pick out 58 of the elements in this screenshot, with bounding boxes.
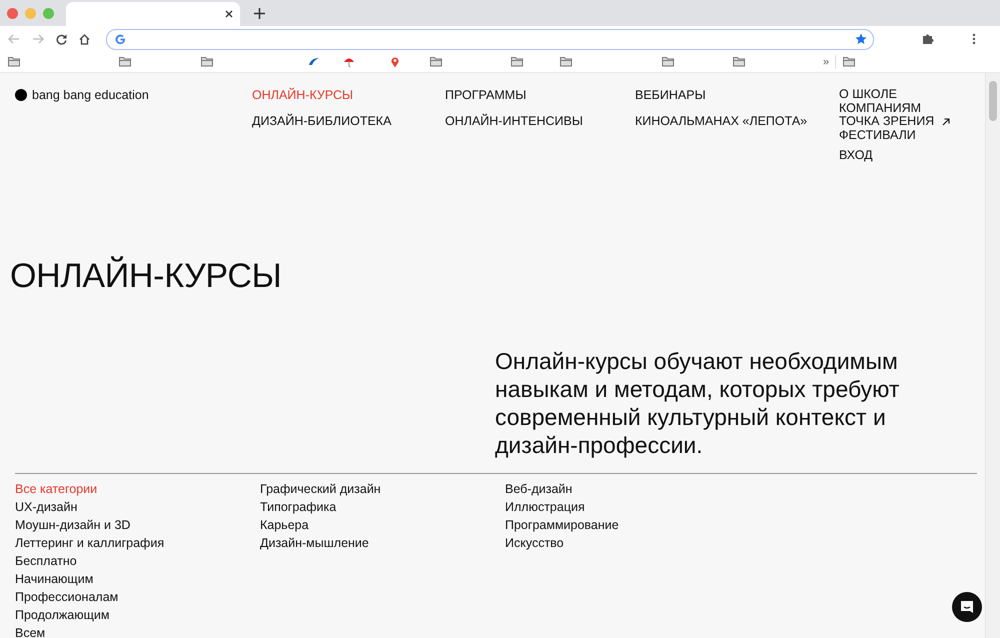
category-link[interactable]: Иллюстрация xyxy=(505,498,750,516)
page-heading: ОНЛАЙН-КУРСЫ xyxy=(10,257,282,295)
new-tab-icon[interactable] xyxy=(254,8,265,19)
category-link[interactable]: Профессионалам xyxy=(15,588,260,606)
nav-link[interactable]: КОМПАНИЯМ xyxy=(839,102,922,115)
nav-link[interactable]: ДИЗАЙН-БИБЛИОТЕКА xyxy=(252,114,445,128)
logo-circle-icon xyxy=(15,89,27,101)
category-link[interactable]: Искусство xyxy=(505,534,750,552)
category-link[interactable]: Леттеринг и каллиграфия xyxy=(15,534,260,552)
category-link[interactable]: Продолжающим xyxy=(15,606,260,624)
folder-icon[interactable] xyxy=(119,56,131,68)
folder-icon[interactable] xyxy=(843,56,856,68)
nav-link[interactable]: КИНОАЛЬМАНАХ «ЛЕПОТА» xyxy=(635,114,839,128)
google-icon xyxy=(115,34,126,44)
close-window-button[interactable] xyxy=(7,8,18,18)
category-link[interactable]: Графический дизайн xyxy=(260,480,505,498)
category-link[interactable]: Программирование xyxy=(505,516,750,534)
chat-bubble-icon xyxy=(960,600,974,614)
folder-icon[interactable] xyxy=(560,56,572,68)
folder-icon[interactable] xyxy=(511,56,523,68)
scrollbar[interactable] xyxy=(985,73,1000,638)
wave-icon[interactable] xyxy=(308,56,320,68)
category-link[interactable]: Карьера xyxy=(260,516,505,534)
folder-icon[interactable] xyxy=(201,56,213,68)
category-link[interactable]: Веб-дизайн xyxy=(505,480,750,498)
chat-button[interactable] xyxy=(952,592,982,622)
folder-icon[interactable] xyxy=(662,56,674,68)
category-link[interactable]: Начинающим xyxy=(15,570,260,588)
folder-icon[interactable] xyxy=(430,56,442,68)
reload-icon[interactable] xyxy=(56,34,67,44)
category-link[interactable]: Дизайн-мышление xyxy=(260,534,505,552)
close-icon[interactable] xyxy=(225,10,233,18)
category-link[interactable]: Моушн-дизайн и 3D xyxy=(15,516,260,534)
map-pin-icon[interactable] xyxy=(389,56,401,68)
star-icon[interactable] xyxy=(855,33,867,45)
nav-link[interactable]: ПРОГРАММЫ xyxy=(445,88,635,102)
folder-icon[interactable] xyxy=(733,56,745,68)
login-link[interactable]: ВХОД xyxy=(839,148,959,162)
category-link[interactable]: Бесплатно xyxy=(15,552,260,570)
intro-text: Онлайн-курсы обучают необходимым навыкам и методам, которых требуют современный культурный контекст и дизайн-профессии. xyxy=(495,347,900,459)
category-link[interactable]: UX-дизайн xyxy=(15,498,260,516)
nav-link[interactable]: О ШКОЛЕ xyxy=(839,88,897,102)
nav-link[interactable]: ФЕСТИВАЛИ xyxy=(839,128,916,142)
menu-icon[interactable] xyxy=(972,33,976,45)
home-icon[interactable] xyxy=(79,34,90,44)
umbrella-icon[interactable] xyxy=(343,56,355,68)
site-logo[interactable]: bang bang education xyxy=(32,88,149,102)
puzzle-piece-icon[interactable] xyxy=(922,33,934,45)
category-link[interactable]: Типографика xyxy=(260,498,505,516)
category-link[interactable]: Всем xyxy=(15,624,260,638)
category-link[interactable]: Все категории xyxy=(15,480,260,498)
nav-link[interactable]: ТОЧКА ЗРЕНИЯ xyxy=(839,115,934,128)
folder-icon[interactable] xyxy=(8,56,20,68)
nav-link[interactable]: ОНЛАЙН-ИНТЕНСИВЫ xyxy=(445,114,635,128)
nav-link[interactable]: ОНЛАЙН-КУРСЫ xyxy=(252,88,445,102)
nav-link[interactable]: ВЕБИНАРЫ xyxy=(635,88,839,102)
scrollbar-thumb[interactable] xyxy=(989,81,997,121)
more-bookmarks-button[interactable]: » xyxy=(823,56,830,68)
